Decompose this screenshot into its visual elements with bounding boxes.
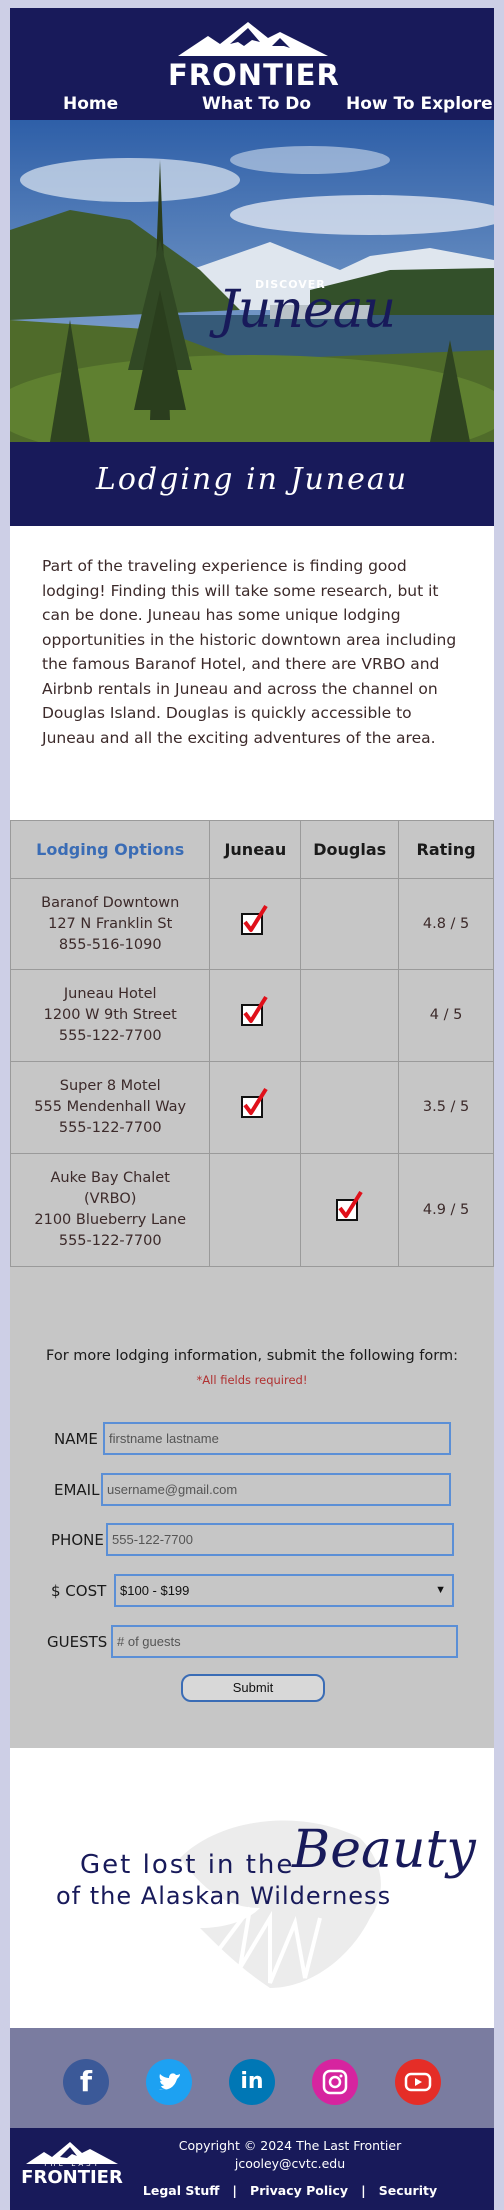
juneau-cell: [209, 1153, 302, 1267]
required-note: *All fields required!: [196, 1373, 308, 1387]
site-header: THE LAST FRONTIER Home What To Do How To…: [10, 8, 494, 120]
col-header-rating: Rating: [398, 820, 494, 879]
hero-city-title: Juneau: [218, 280, 396, 340]
col-header-lodging: Lodging Options: [10, 820, 211, 879]
facebook-icon[interactable]: f: [63, 2059, 109, 2105]
footer-logo[interactable]: THE LAST FRONTIER: [20, 2140, 124, 2196]
checkbox-checked-icon: [240, 1087, 270, 1121]
tagline-line-2: of the Alaskan Wilderness: [56, 1882, 392, 1910]
table-row: Juneau Hotel 1200 W 9th Street 555-122-7…: [10, 969, 494, 1062]
guests-label: GUESTS: [47, 1633, 108, 1651]
lodging-name: Auke Bay Chalet: [50, 1170, 170, 1186]
rating-cell: 4.9 / 5: [398, 1153, 494, 1267]
tagline-line-1: Get lost in the: [80, 1850, 295, 1880]
footer-link-privacy[interactable]: Privacy Policy: [250, 2183, 348, 2198]
page: THE LAST FRONTIER Home What To Do How To…: [10, 8, 494, 2210]
footer-link-legal[interactable]: Legal Stuff: [143, 2183, 219, 2198]
douglas-cell: [300, 969, 400, 1062]
lodging-address: 555 Mendenhall Way: [34, 1099, 187, 1115]
name-label: NAME: [54, 1430, 98, 1448]
social-bar: f in: [10, 2028, 494, 2128]
hero-image: DISCOVER Juneau 500px: [10, 120, 494, 442]
intro-paragraph: Part of the traveling experience is find…: [42, 557, 457, 747]
lodging-phone: 555-122-7700: [58, 1028, 162, 1044]
col-header-douglas: Douglas: [300, 820, 400, 879]
rating-cell: 4.8 / 5: [398, 878, 494, 970]
footer-link-security[interactable]: Security: [379, 2183, 437, 2198]
lodging-phone: 855-516-1090: [58, 936, 162, 953]
main-nav: Home What To Do How To Explore: [10, 94, 494, 118]
linkedin-icon[interactable]: in: [229, 2059, 275, 2105]
footer-separator: |: [223, 2183, 246, 2198]
cost-select-value: $100 - $199: [120, 1583, 190, 1598]
copyright-text: Copyright © 2024 The Last Frontier: [178, 2138, 402, 2153]
douglas-cell: [300, 1153, 400, 1267]
tagline-section: Get lost in the Beauty of the Alaskan Wi…: [10, 1748, 494, 2028]
phone-label: PHONE: [51, 1531, 104, 1549]
name-field[interactable]: firstname lastname: [103, 1422, 451, 1455]
footer-links: Legal Stuff | Privacy Policy | Security: [140, 2183, 440, 2198]
page-title: Lodging in Juneau: [95, 462, 409, 497]
lodging-table: Lodging Options Juneau Douglas Rating Ba…: [10, 820, 494, 1267]
site-logo[interactable]: THE LAST FRONTIER: [168, 18, 340, 92]
col-header-juneau: Juneau: [209, 820, 302, 879]
lodging-address: 1200 W 9th Street: [43, 1007, 177, 1023]
checkbox-checked-icon: [335, 1190, 365, 1224]
juneau-cell: [209, 1061, 302, 1154]
lodging-address: 127 N Franklin St: [48, 915, 173, 932]
title-banner: Lodging in Juneau: [10, 442, 494, 526]
juneau-cell: [209, 969, 302, 1062]
lodging-form: For more lodging information, submit the…: [10, 1298, 494, 1748]
douglas-cell: [300, 1061, 400, 1154]
rating-cell: 3.5 / 5: [398, 1061, 494, 1154]
lodging-type: (VRBO): [84, 1191, 137, 1207]
form-intro: For more lodging information, submit the…: [46, 1348, 458, 1364]
lodging-cell: Auke Bay Chalet (VRBO) 2100 Blueberry La…: [10, 1153, 211, 1267]
lodging-phone: 555-122-7700: [58, 1120, 162, 1136]
douglas-cell: [300, 878, 400, 970]
table-row: Auke Bay Chalet (VRBO) 2100 Blueberry La…: [10, 1153, 494, 1267]
chevron-down-icon: ▼: [435, 1584, 446, 1596]
logo-title: FRONTIER: [168, 58, 340, 92]
contact-email[interactable]: jcooley@cvtc.edu: [140, 2155, 440, 2173]
rating-cell: 4 / 5: [398, 969, 494, 1062]
cost-label: $ COST: [51, 1582, 107, 1600]
table-row: Baranof Downtown 127 N Franklin St 855-5…: [10, 878, 494, 970]
cost-select[interactable]: $100 - $199 ▼: [114, 1574, 454, 1607]
lodging-cell: Juneau Hotel 1200 W 9th Street 555-122-7…: [10, 969, 211, 1062]
lodging-name: Super 8 Motel: [59, 1078, 161, 1094]
lodging-cell: Baranof Downtown 127 N Franklin St 855-5…: [10, 878, 211, 970]
youtube-icon[interactable]: [395, 2059, 441, 2105]
email-field[interactable]: username@gmail.com: [101, 1473, 451, 1506]
phone-field[interactable]: 555-122-7700: [106, 1523, 454, 1556]
table-row: Super 8 Motel 555 Mendenhall Way 555-122…: [10, 1061, 494, 1154]
instagram-icon[interactable]: [312, 2059, 358, 2105]
footer-separator: |: [352, 2183, 375, 2198]
table-header-row: Lodging Options Juneau Douglas Rating: [10, 820, 494, 879]
lodging-address: 2100 Blueberry Lane: [34, 1212, 187, 1228]
site-footer: THE LAST FRONTIER Copyright © 2024 The L…: [10, 2128, 494, 2210]
lodging-phone: 555-122-7700: [58, 1233, 162, 1249]
twitter-icon[interactable]: [146, 2059, 192, 2105]
lodging-cell: Super 8 Motel 555 Mendenhall Way 555-122…: [10, 1061, 211, 1154]
juneau-cell: [209, 878, 302, 970]
nav-home[interactable]: Home: [63, 94, 118, 114]
checkbox-checked-icon: [240, 904, 270, 938]
lodging-name: Juneau Hotel: [63, 986, 157, 1002]
checkbox-checked-icon: [240, 995, 270, 1029]
nav-how-to-explore[interactable]: How To Explore: [346, 94, 493, 114]
tagline-beauty: Beauty: [292, 1820, 476, 1880]
guests-field[interactable]: # of guests: [111, 1625, 458, 1658]
email-label: EMAIL: [54, 1481, 100, 1499]
nav-what-to-do[interactable]: What To Do: [202, 94, 311, 114]
lodging-table-section: Lodging Options Juneau Douglas Rating Ba…: [10, 820, 494, 1298]
lodging-name: Baranof Downtown: [41, 894, 180, 911]
copyright: Copyright © 2024 The Last Frontier jcool…: [140, 2137, 440, 2173]
footer-logo-title: FRONTIER: [21, 2167, 123, 2188]
submit-button[interactable]: Submit: [181, 1674, 325, 1702]
